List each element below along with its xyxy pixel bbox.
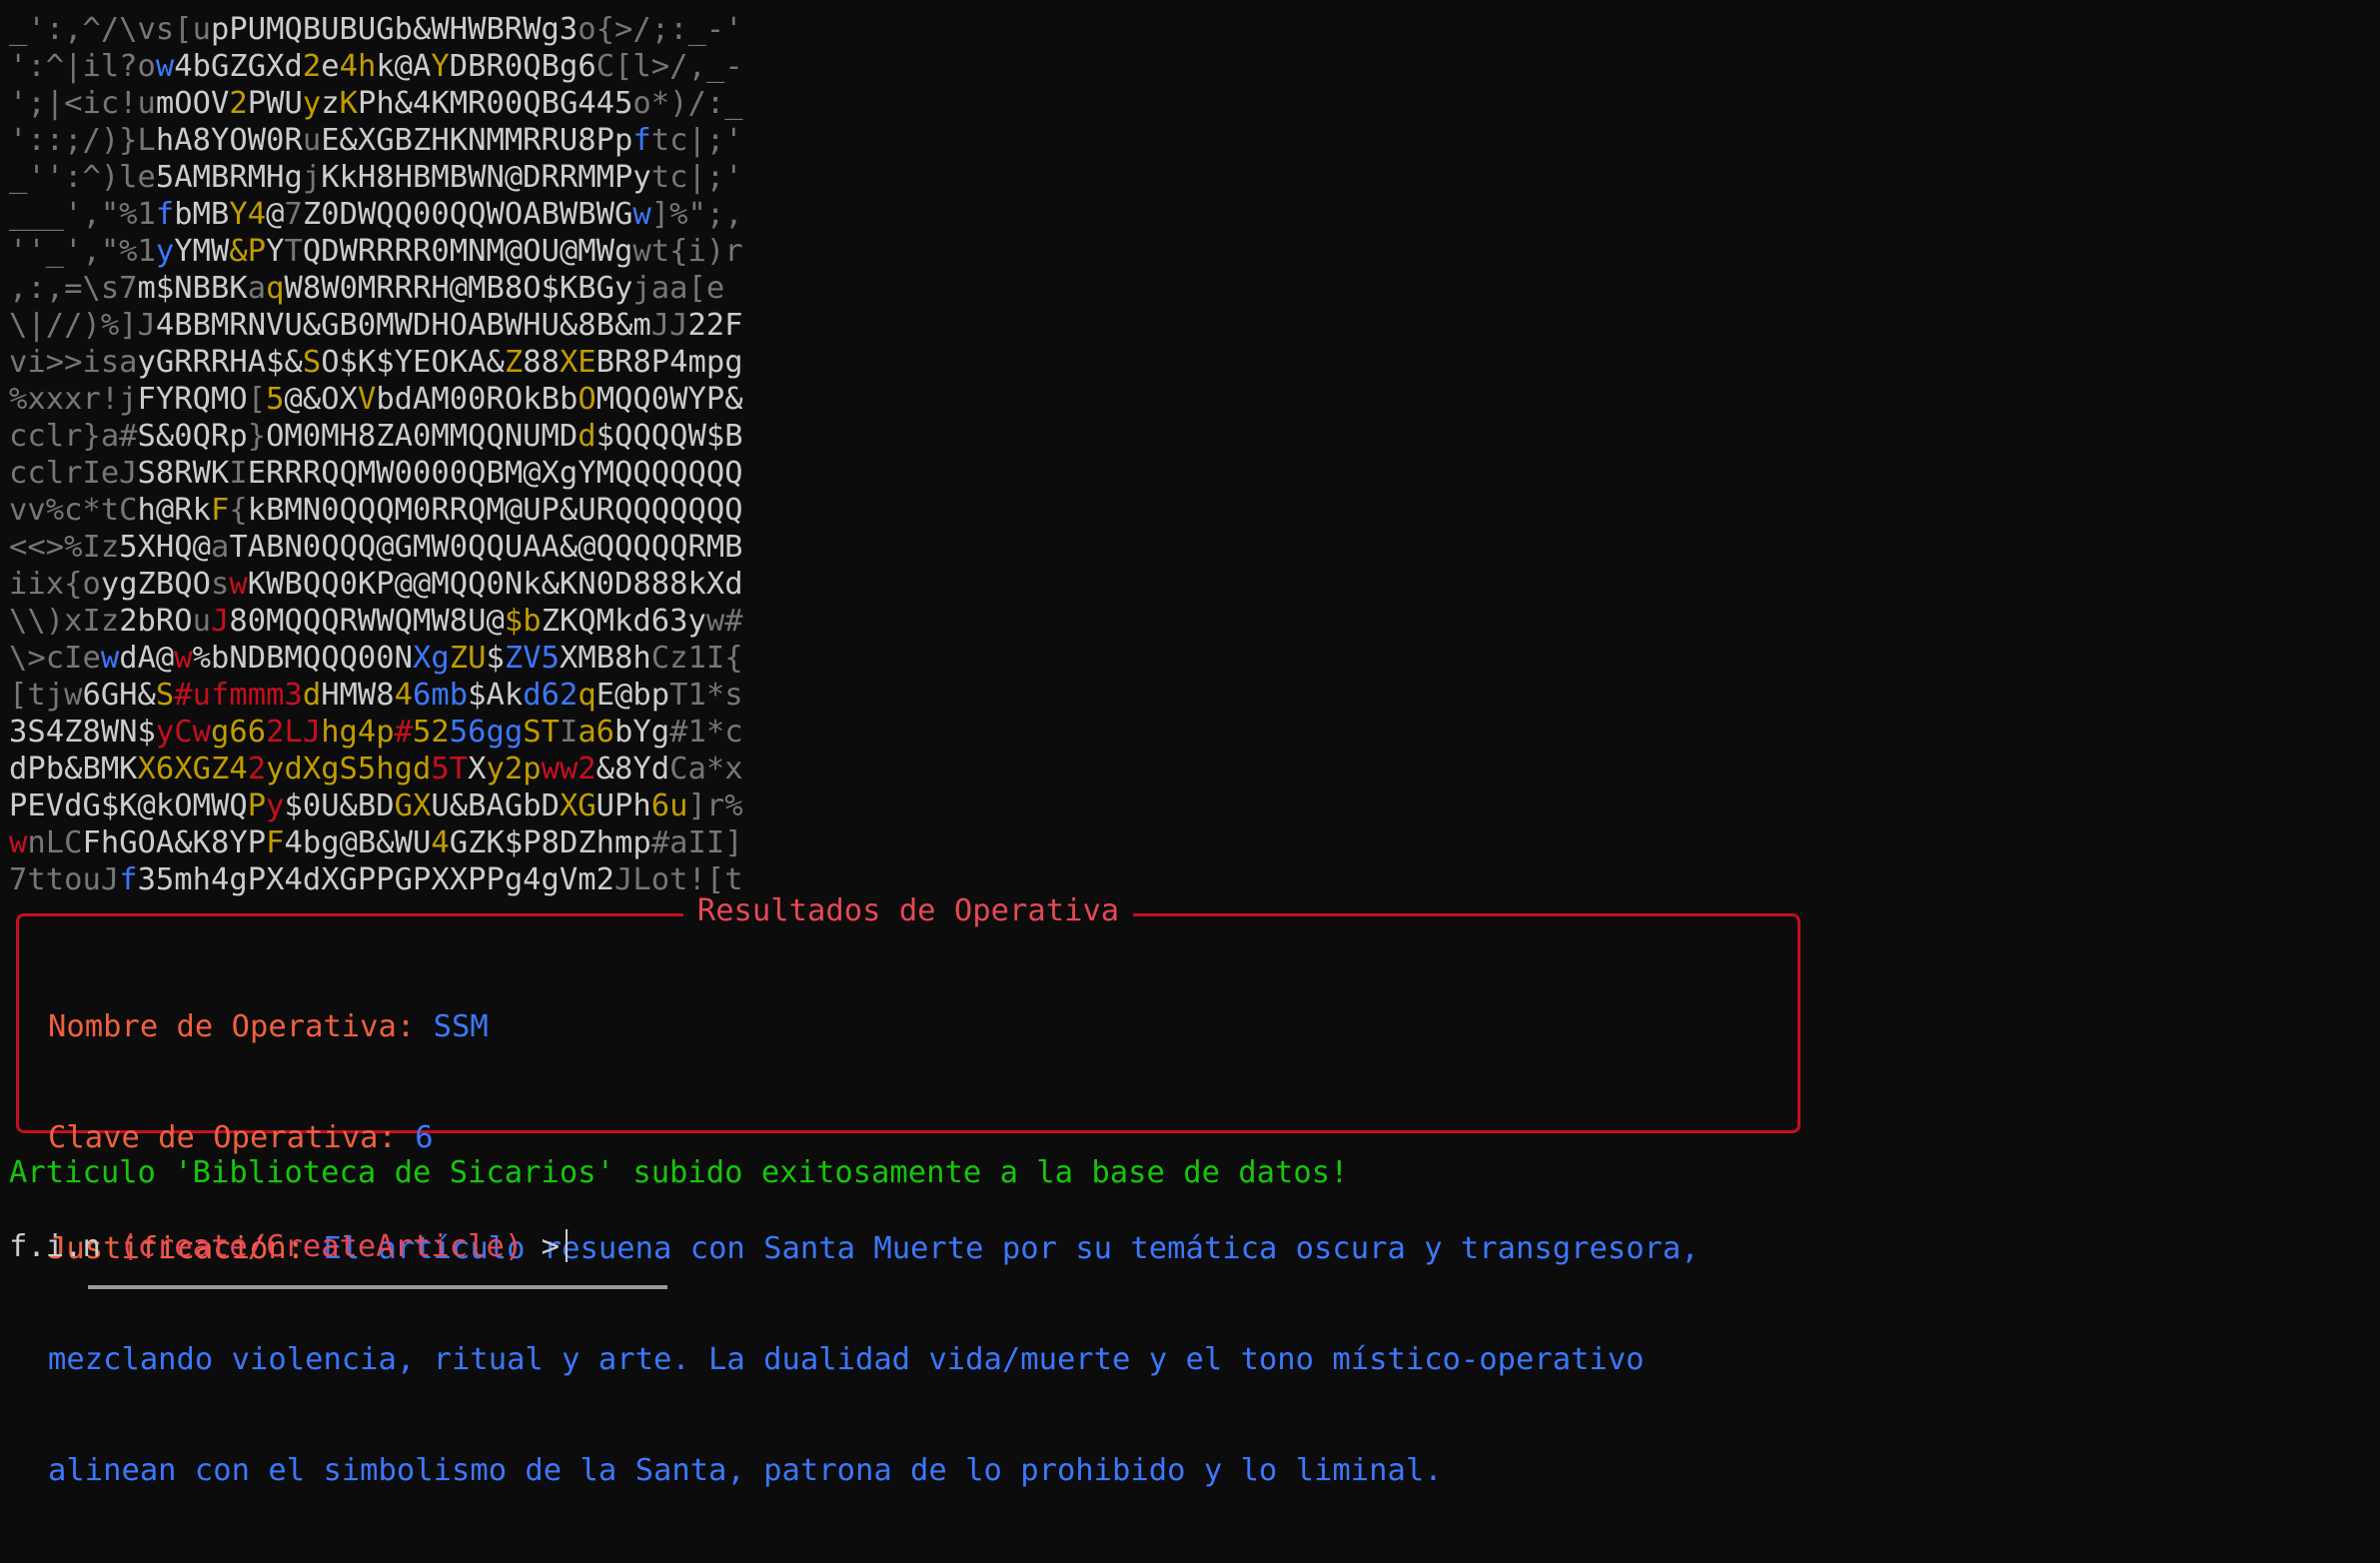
results-panel-title: Resultados de Operativa (682, 893, 1134, 928)
ascii-art: _':,^/\vs[upPUMQBUBUGb&WHWBRWg3o{>/;:_-'… (9, 11, 743, 898)
ascii-art-line: cclr}a#S&0QRp}OM0MH8ZA0MMQQNUMDd$QQQQW$B (9, 419, 743, 454)
ascii-art-line: [tjw6GH&S#ufmmm3dHMW846mb$Akd62qE@bpT1*s (9, 678, 743, 713)
results-panel: Resultados de Operativa Nombre de Operat… (16, 893, 1800, 1488)
operation-key-value: 6 (415, 1120, 434, 1155)
ascii-art-line: dPb&BMKX6XGZ42ydXgS5hgd5TXy2pww2&8YdCa*x (9, 752, 743, 786)
ascii-art-line: _':,^/\vs[upPUMQBUBUGb&WHWBRWg3o{>/;:_-' (9, 12, 743, 47)
ascii-art-line: \>cIewdA@w%bNDBMQQQ00NXgZU$ZV5XMB8hCz1I{ (9, 641, 743, 676)
ascii-art-line: \\)xIz2bROuJ80MQQQRWWQMW8U@$bZKQMkd63yw# (9, 604, 743, 639)
ascii-art-line: _'':^)le5AMBRMHgjKkH8HBMBWN@DRRMMPytc|;' (9, 160, 743, 195)
command-prompt[interactable]: f.i.n (create/CreateArticle) > (9, 1228, 568, 1265)
justification-row-2: mezclando violencia, ritual y arte. La d… (48, 1341, 1777, 1378)
ascii-art-line: vi>>isayGRRRHA$&SO$K$YEOKA&Z88XEBR8P4mpg (9, 345, 743, 380)
ascii-art-line: ':^|il?ow4bGZGXd2e4hk@AYDBR0QBg6C[l>/,_- (9, 49, 743, 84)
ascii-art-line: PEVdG$K@kOMWQPy$0U&BDGXU&BAGbDXGUPh6u]r% (9, 788, 743, 823)
justification-row-3: alinean con el simbolismo de la Santa, p… (48, 1452, 1777, 1489)
operation-name-row: Nombre de Operativa: SSM (48, 1008, 1777, 1045)
ascii-art-line: \|//)%]J4BBMRNVU&GB0MWDHOABWHU&8B&mJJ22F (9, 308, 743, 343)
terminal-window[interactable]: _':,^/\vs[upPUMQBUBUGb&WHWBRWg3o{>/;:_-'… (0, 0, 2380, 1488)
operation-key-row: Clave de Operativa: 6 (48, 1119, 1777, 1156)
ascii-art-line: ';|<ic!umOOV2PWUyzKPh&4KMR00QBG445o*)/:_ (9, 86, 743, 121)
horizontal-scrollbar[interactable] (88, 1285, 667, 1289)
results-panel-title-wrap: Resultados de Operativa (19, 892, 1797, 929)
ascii-art-line: ,:,=\s7m$NBBKaqW8W0MRRRH@MB8O$KBGyjaa[e (9, 271, 725, 306)
ascii-art-line: vv%c*tCh@RkF{kBMN0QQQM0RRQM@UP&URQQQQQQQ (9, 493, 743, 528)
ascii-art-line: iix{oygZBQOswKWBQQ0KP@@MQQ0Nk&KN0D888kXd (9, 567, 743, 602)
upload-success-message: Articulo 'Biblioteca de Sicarios' subido… (9, 1155, 1349, 1190)
ascii-art-line: wnLCFhGOA&K8YPF4bg@B&WU4GZK$P8DZhmp#aII] (9, 825, 743, 860)
prompt-path: (create/CreateArticle) (119, 1229, 524, 1264)
ascii-art-line: ___',"%1fbMBY4@7Z0DWQQ00QQWOABWBWGw]%";, (9, 197, 743, 232)
text-cursor (565, 1229, 568, 1262)
ascii-art-line: <<>%Iz5XHQ@aTABN0QQQ@GMW0QQUAA&@QQQQQRMB (9, 530, 743, 565)
ascii-art-line: '::;/)}LhA8YOW0RuE&XGBZHKNMMRRU8Ppftc|;' (9, 123, 743, 158)
ascii-art-line: %xxxr!jFYRQMO[5@&OXVbdAM00ROkBbOMQQ0WYP& (9, 382, 743, 417)
justification-text-line-3: alinean con el simbolismo de la Santa, p… (48, 1453, 1443, 1488)
prompt-symbol: > (541, 1229, 560, 1264)
ascii-art-line: cclrIeJS8RWKIERRRQQMW0000QBM@XgYMQQQQQQQ (9, 456, 743, 491)
operation-name-value: SSM (433, 1009, 489, 1044)
operation-key-label: Clave de Operativa: (48, 1120, 397, 1155)
prompt-user: f.i.n (9, 1229, 101, 1264)
operation-name-label: Nombre de Operativa: (48, 1009, 416, 1044)
justification-text-line-2: mezclando violencia, ritual y arte. La d… (48, 1342, 1645, 1377)
ascii-art-line: 3S4Z8WN$yCwg662LJhg4p#5256ggSTIa6bYg#1*c (9, 715, 743, 750)
ascii-art-line: ''_',"%1yYMW&PYTQDWRRRR0MNM@OU@MWgwt{i)r (9, 234, 743, 269)
